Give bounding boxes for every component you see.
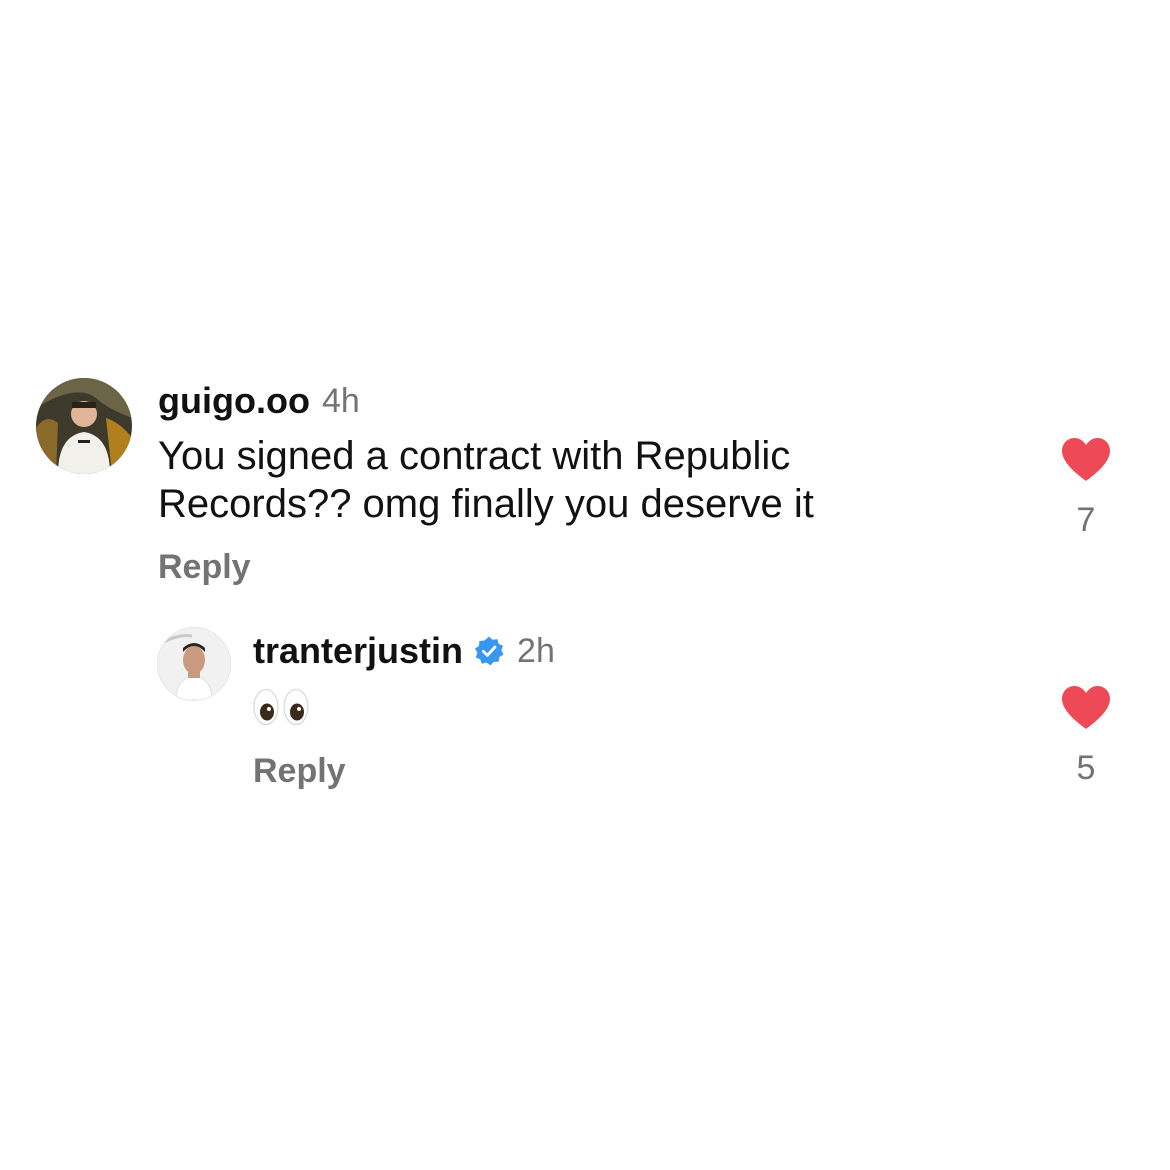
verified-badge-icon — [475, 636, 504, 666]
avatar[interactable] — [36, 378, 132, 474]
profile-photo-icon — [36, 378, 132, 474]
comment-text-line: You signed a contract with Republic — [158, 434, 791, 478]
like-count: 7 — [1076, 501, 1096, 539]
username[interactable]: guigo.oo — [158, 380, 310, 422]
reply-button[interactable]: Reply — [158, 548, 251, 587]
avatar[interactable] — [157, 627, 231, 701]
like-count: 5 — [1076, 749, 1096, 787]
reply-meta: tranterjustin 2h — [253, 630, 555, 672]
comment-text-line: Records?? omg finally you deserve it — [158, 482, 814, 526]
comment-meta: guigo.oo 4h — [158, 380, 360, 422]
reply-button[interactable]: Reply — [253, 752, 346, 791]
username[interactable]: tranterjustin — [253, 630, 463, 672]
eyes-emoji-icon — [253, 688, 309, 726]
like-control: 7 — [1056, 437, 1116, 540]
timestamp: 2h — [517, 631, 555, 670]
comment-text: You signed a contract with Republic Reco… — [158, 432, 814, 528]
heart-filled-icon[interactable] — [1060, 437, 1112, 483]
profile-photo-icon — [158, 628, 230, 700]
like-control: 5 — [1056, 685, 1116, 788]
heart-filled-icon[interactable] — [1060, 685, 1112, 731]
timestamp: 4h — [321, 381, 360, 420]
